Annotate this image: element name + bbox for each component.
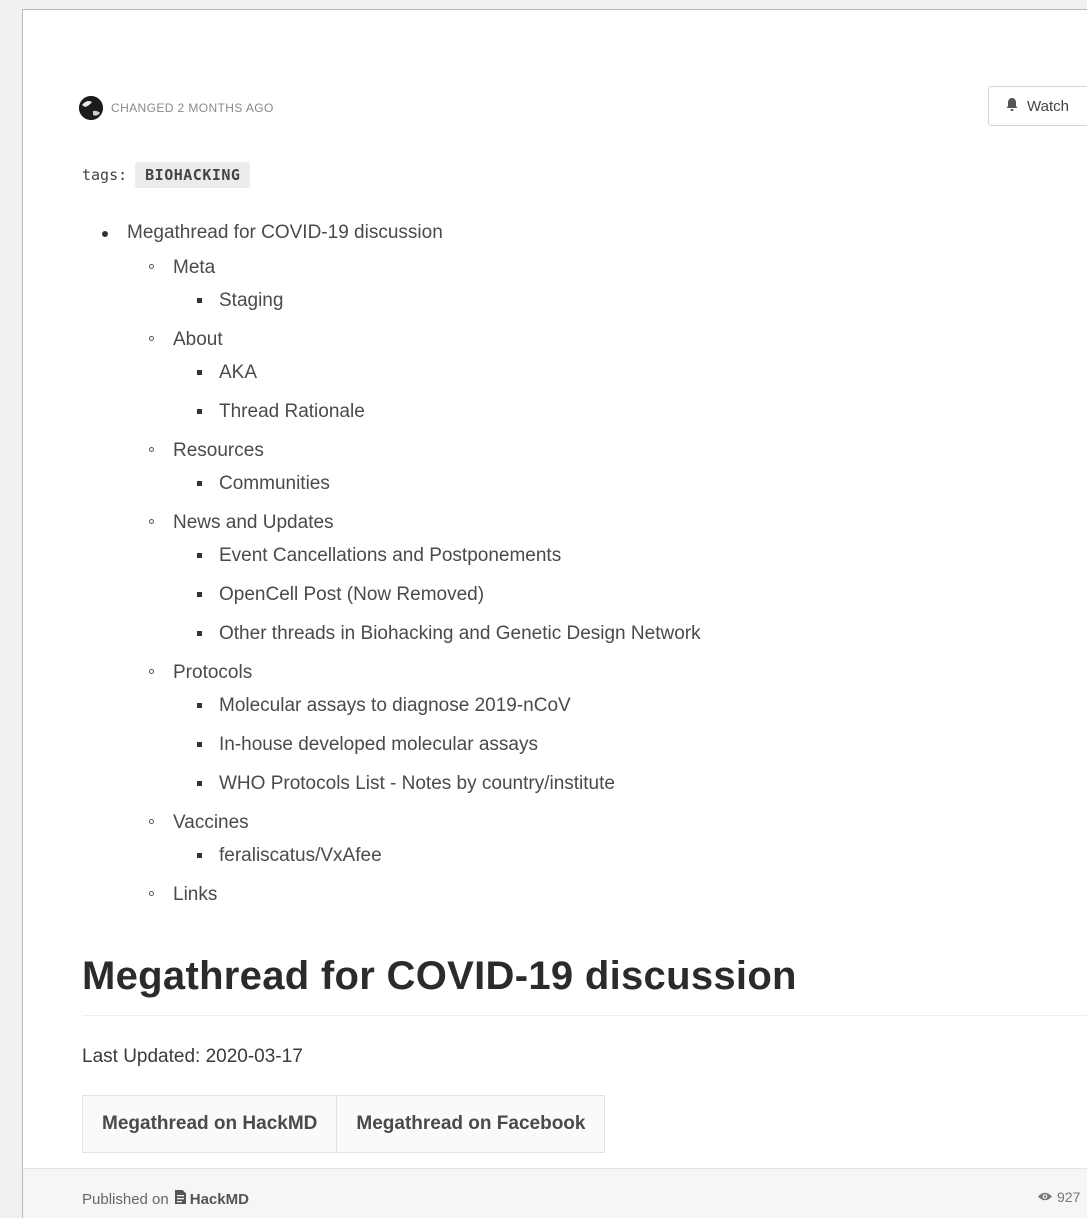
toc-subitem: Thread Rationale [173,395,701,428]
toc-section: About AKA Thread Rationale [127,323,701,428]
toc-section: Vaccines feraliscatus/VxAfee [127,806,701,872]
toc-section: News and Updates Event Cancellations and… [127,506,701,650]
toc-link[interactable]: Event Cancellations and Postponements [219,545,561,566]
tags-row: tags: BIOHACKING [82,162,251,188]
published-on: Published on HackMD [82,1189,249,1209]
eye-icon [1037,1189,1053,1205]
table-of-contents: Megathread for COVID-19 discussion Meta … [82,215,701,911]
toc-subitem: Staging [173,284,701,317]
watch-label: Watch [1027,97,1069,115]
toc-section: Links [127,878,701,911]
toc-subitem: Event Cancellations and Postponements [173,539,701,572]
toc-subitem: Communities [173,467,701,500]
view-count-value: 927 [1057,1189,1081,1205]
toc-subitem: Other threads in Biohacking and Genetic … [173,617,701,650]
toc-link[interactable]: WHO Protocols List - Notes by country/in… [219,773,615,794]
toc-link[interactable]: Vaccines [173,812,249,833]
heading-divider [82,1015,1087,1016]
hackmd-link[interactable]: Megathread on HackMD [81,1095,338,1153]
toc-link[interactable]: News and Updates [173,512,334,533]
toc-link[interactable]: In-house developed molecular assays [219,734,538,755]
toc-link[interactable]: Staging [219,290,283,311]
toc-subitem: Molecular assays to diagnose 2019-nCoV [173,689,701,722]
watch-button[interactable]: Watch [988,86,1087,126]
changed-timestamp: CHANGED 2 MONTHS AGO [111,101,274,115]
page-title: Megathread for COVID-19 discussion [82,954,797,998]
toc-subitem: feraliscatus/VxAfee [173,839,701,872]
toc-link[interactable]: OpenCell Post (Now Removed) [219,584,484,605]
toc-section: Protocols Molecular assays to diagnose 2… [127,656,701,800]
toc-link[interactable]: feraliscatus/VxAfee [219,845,382,866]
toc-link[interactable]: Protocols [173,662,252,683]
toc-section: Meta Staging [127,251,701,317]
toc-link[interactable]: AKA [219,362,257,383]
document-icon [174,1189,187,1209]
toc-subitem: In-house developed molecular assays [173,728,701,761]
view-count: 927 [1037,1189,1080,1205]
published-label: Published on [82,1190,169,1208]
bell-icon [1005,97,1019,116]
avatar[interactable] [79,96,103,120]
toc-link[interactable]: Thread Rationale [219,401,365,422]
toc-link[interactable]: Links [173,884,217,905]
toc-item-title: Megathread for COVID-19 discussion Meta … [82,215,701,911]
facebook-link[interactable]: Megathread on Facebook [336,1095,606,1153]
toc-link[interactable]: Resources [173,440,264,461]
toc-link[interactable]: Communities [219,473,330,494]
toc-subitem: OpenCell Post (Now Removed) [173,578,701,611]
megathread-links-table: Megathread on HackMD Megathread on Faceb… [81,1095,606,1153]
toc-subitem: AKA [173,356,701,389]
table-row: Megathread on HackMD Megathread on Faceb… [81,1095,606,1153]
note-page: CHANGED 2 MONTHS AGO Watch tags: BIOHACK… [22,9,1087,1218]
toc-link[interactable]: Megathread for COVID-19 discussion [127,222,443,243]
note-meta: CHANGED 2 MONTHS AGO [79,96,274,120]
toc-subitem: WHO Protocols List - Notes by country/in… [173,767,701,800]
hackmd-brand-link[interactable]: HackMD [174,1189,249,1209]
footer: Published on HackMD 927 [23,1168,1087,1218]
toc-link[interactable]: Meta [173,257,215,278]
tags-label: tags: [82,166,128,184]
last-updated: Last Updated: 2020-03-17 [82,1046,303,1067]
tag-biohacking[interactable]: BIOHACKING [135,162,251,188]
toc-link[interactable]: About [173,329,223,350]
toc-link[interactable]: Molecular assays to diagnose 2019-nCoV [219,695,571,716]
toc-section: Resources Communities [127,434,701,500]
brand-label: HackMD [189,1190,249,1208]
toc-link[interactable]: Other threads in Biohacking and Genetic … [219,623,701,644]
